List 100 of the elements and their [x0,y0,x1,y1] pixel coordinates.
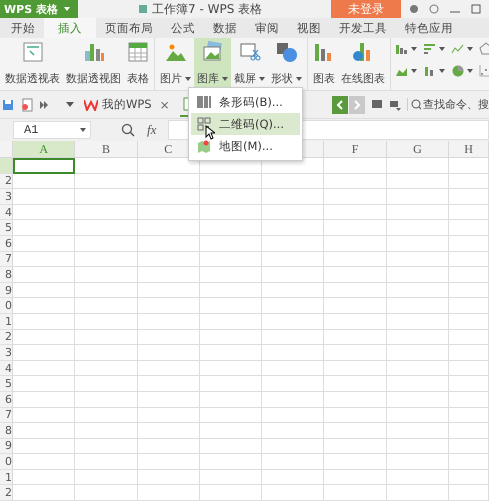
grid-cell[interactable] [324,189,387,205]
grid-cell[interactable] [200,470,262,486]
grid-cell[interactable] [75,408,138,424]
grid-cell[interactable] [324,470,387,486]
grid-cell[interactable] [75,345,138,361]
grid-cell[interactable] [75,360,138,376]
grid-cell[interactable] [449,360,489,376]
grid-cell[interactable] [386,438,450,454]
grid-cell[interactable] [75,220,138,236]
row-header[interactable]: 2 [0,330,13,346]
grid-cell[interactable] [324,236,387,252]
export-pdf-icon[interactable] [20,98,34,112]
row-header[interactable]: 4 [0,360,13,376]
ribbon-tab[interactable]: 页面布局 [96,18,162,38]
grid-cell[interactable] [138,376,200,392]
grid-cell[interactable] [262,392,324,408]
grid-cell[interactable] [75,267,138,283]
ribbon-tab[interactable]: 公式 [162,18,204,38]
grid-cell[interactable] [138,423,200,439]
grid-cell[interactable] [13,282,76,298]
grid-cell[interactable] [262,376,324,392]
grid-cell[interactable] [449,282,489,298]
more-icon[interactable] [40,100,48,108]
grid-cell[interactable] [449,330,489,346]
grid-cell[interactable] [262,298,324,314]
row-header[interactable]: 1 [0,470,13,486]
grid-cell[interactable] [13,267,76,283]
row-header[interactable]: 6 [0,236,13,252]
column-header[interactable]: H [449,141,489,158]
row-header[interactable]: 9 [0,282,13,298]
grid-cell[interactable] [386,267,450,283]
format-icon[interactable] [388,98,401,110]
grid-cell[interactable] [386,470,450,486]
grid-cell[interactable] [262,438,324,454]
grid-cell[interactable] [200,345,262,361]
grid-cell[interactable] [200,376,262,392]
grid-cell[interactable] [75,314,138,330]
grid-cell[interactable] [75,158,138,174]
grid-cell[interactable] [386,204,450,220]
help-icon[interactable] [429,4,439,14]
grid-cell[interactable] [449,204,489,220]
grid-cell[interactable] [324,360,387,376]
grid-cell[interactable] [75,438,138,454]
grid-cell[interactable] [262,189,324,205]
line-chart-icon[interactable] [451,42,465,56]
row-header[interactable]: 7 [0,252,13,268]
grid-cell[interactable] [75,485,138,501]
grid-cell[interactable] [324,438,387,454]
grid-cell[interactable] [324,174,387,190]
ribbon-tab[interactable]: 数据 [204,18,246,38]
grid-cell[interactable] [262,423,324,439]
grid-cell[interactable] [138,454,200,470]
grid-cell[interactable] [262,220,324,236]
grid-cell[interactable] [262,454,324,470]
grid-cell[interactable] [13,392,76,408]
grid-cell[interactable] [449,454,489,470]
radar-chart-icon[interactable] [479,42,489,56]
grid-cell[interactable] [262,267,324,283]
grid-cell[interactable] [386,174,450,190]
grid-cell[interactable] [262,360,324,376]
ribbon-button[interactable]: 数据透视图 [63,38,124,90]
row-header[interactable]: 3 [0,189,13,205]
grid-cell[interactable] [449,252,489,268]
grid-cell[interactable] [386,236,450,252]
grid-cell[interactable] [13,360,76,376]
grid-cell[interactable] [13,252,76,268]
grid-cell[interactable] [13,345,76,361]
grid-cell[interactable] [138,408,200,424]
grid-cell[interactable] [324,282,387,298]
grid-cell[interactable] [200,454,262,470]
grid-cell[interactable] [386,423,450,439]
grid-cell[interactable] [386,376,450,392]
grid-cell[interactable] [138,360,200,376]
grid-cell[interactable] [75,174,138,190]
grid-cell[interactable] [449,220,489,236]
grid-cell[interactable] [386,189,450,205]
grid-cell[interactable] [75,204,138,220]
grid-cell[interactable] [324,392,387,408]
grid-cell[interactable] [324,376,387,392]
grid-cell[interactable] [262,330,324,346]
maximize-icon[interactable] [471,4,481,14]
grid-cell[interactable] [262,252,324,268]
row-header[interactable]: 5 [0,220,13,236]
grid-cell[interactable] [200,298,262,314]
grid-cell[interactable] [13,423,76,439]
row-header[interactable]: 2 [0,485,13,501]
grid-cell[interactable] [13,189,76,205]
grid-cell[interactable] [386,282,450,298]
grid-cell[interactable] [324,485,387,501]
grid-cell[interactable] [200,204,262,220]
grid-cell[interactable] [200,423,262,439]
grid-cell[interactable] [13,376,76,392]
row-header[interactable]: 1 [0,314,13,330]
grid-cell[interactable] [386,220,450,236]
grid-cell[interactable] [262,485,324,501]
grid-cell[interactable] [386,314,450,330]
grid-cell[interactable] [13,438,76,454]
grid-cell[interactable] [324,204,387,220]
grid-cell[interactable] [200,252,262,268]
grid-cell[interactable] [75,189,138,205]
